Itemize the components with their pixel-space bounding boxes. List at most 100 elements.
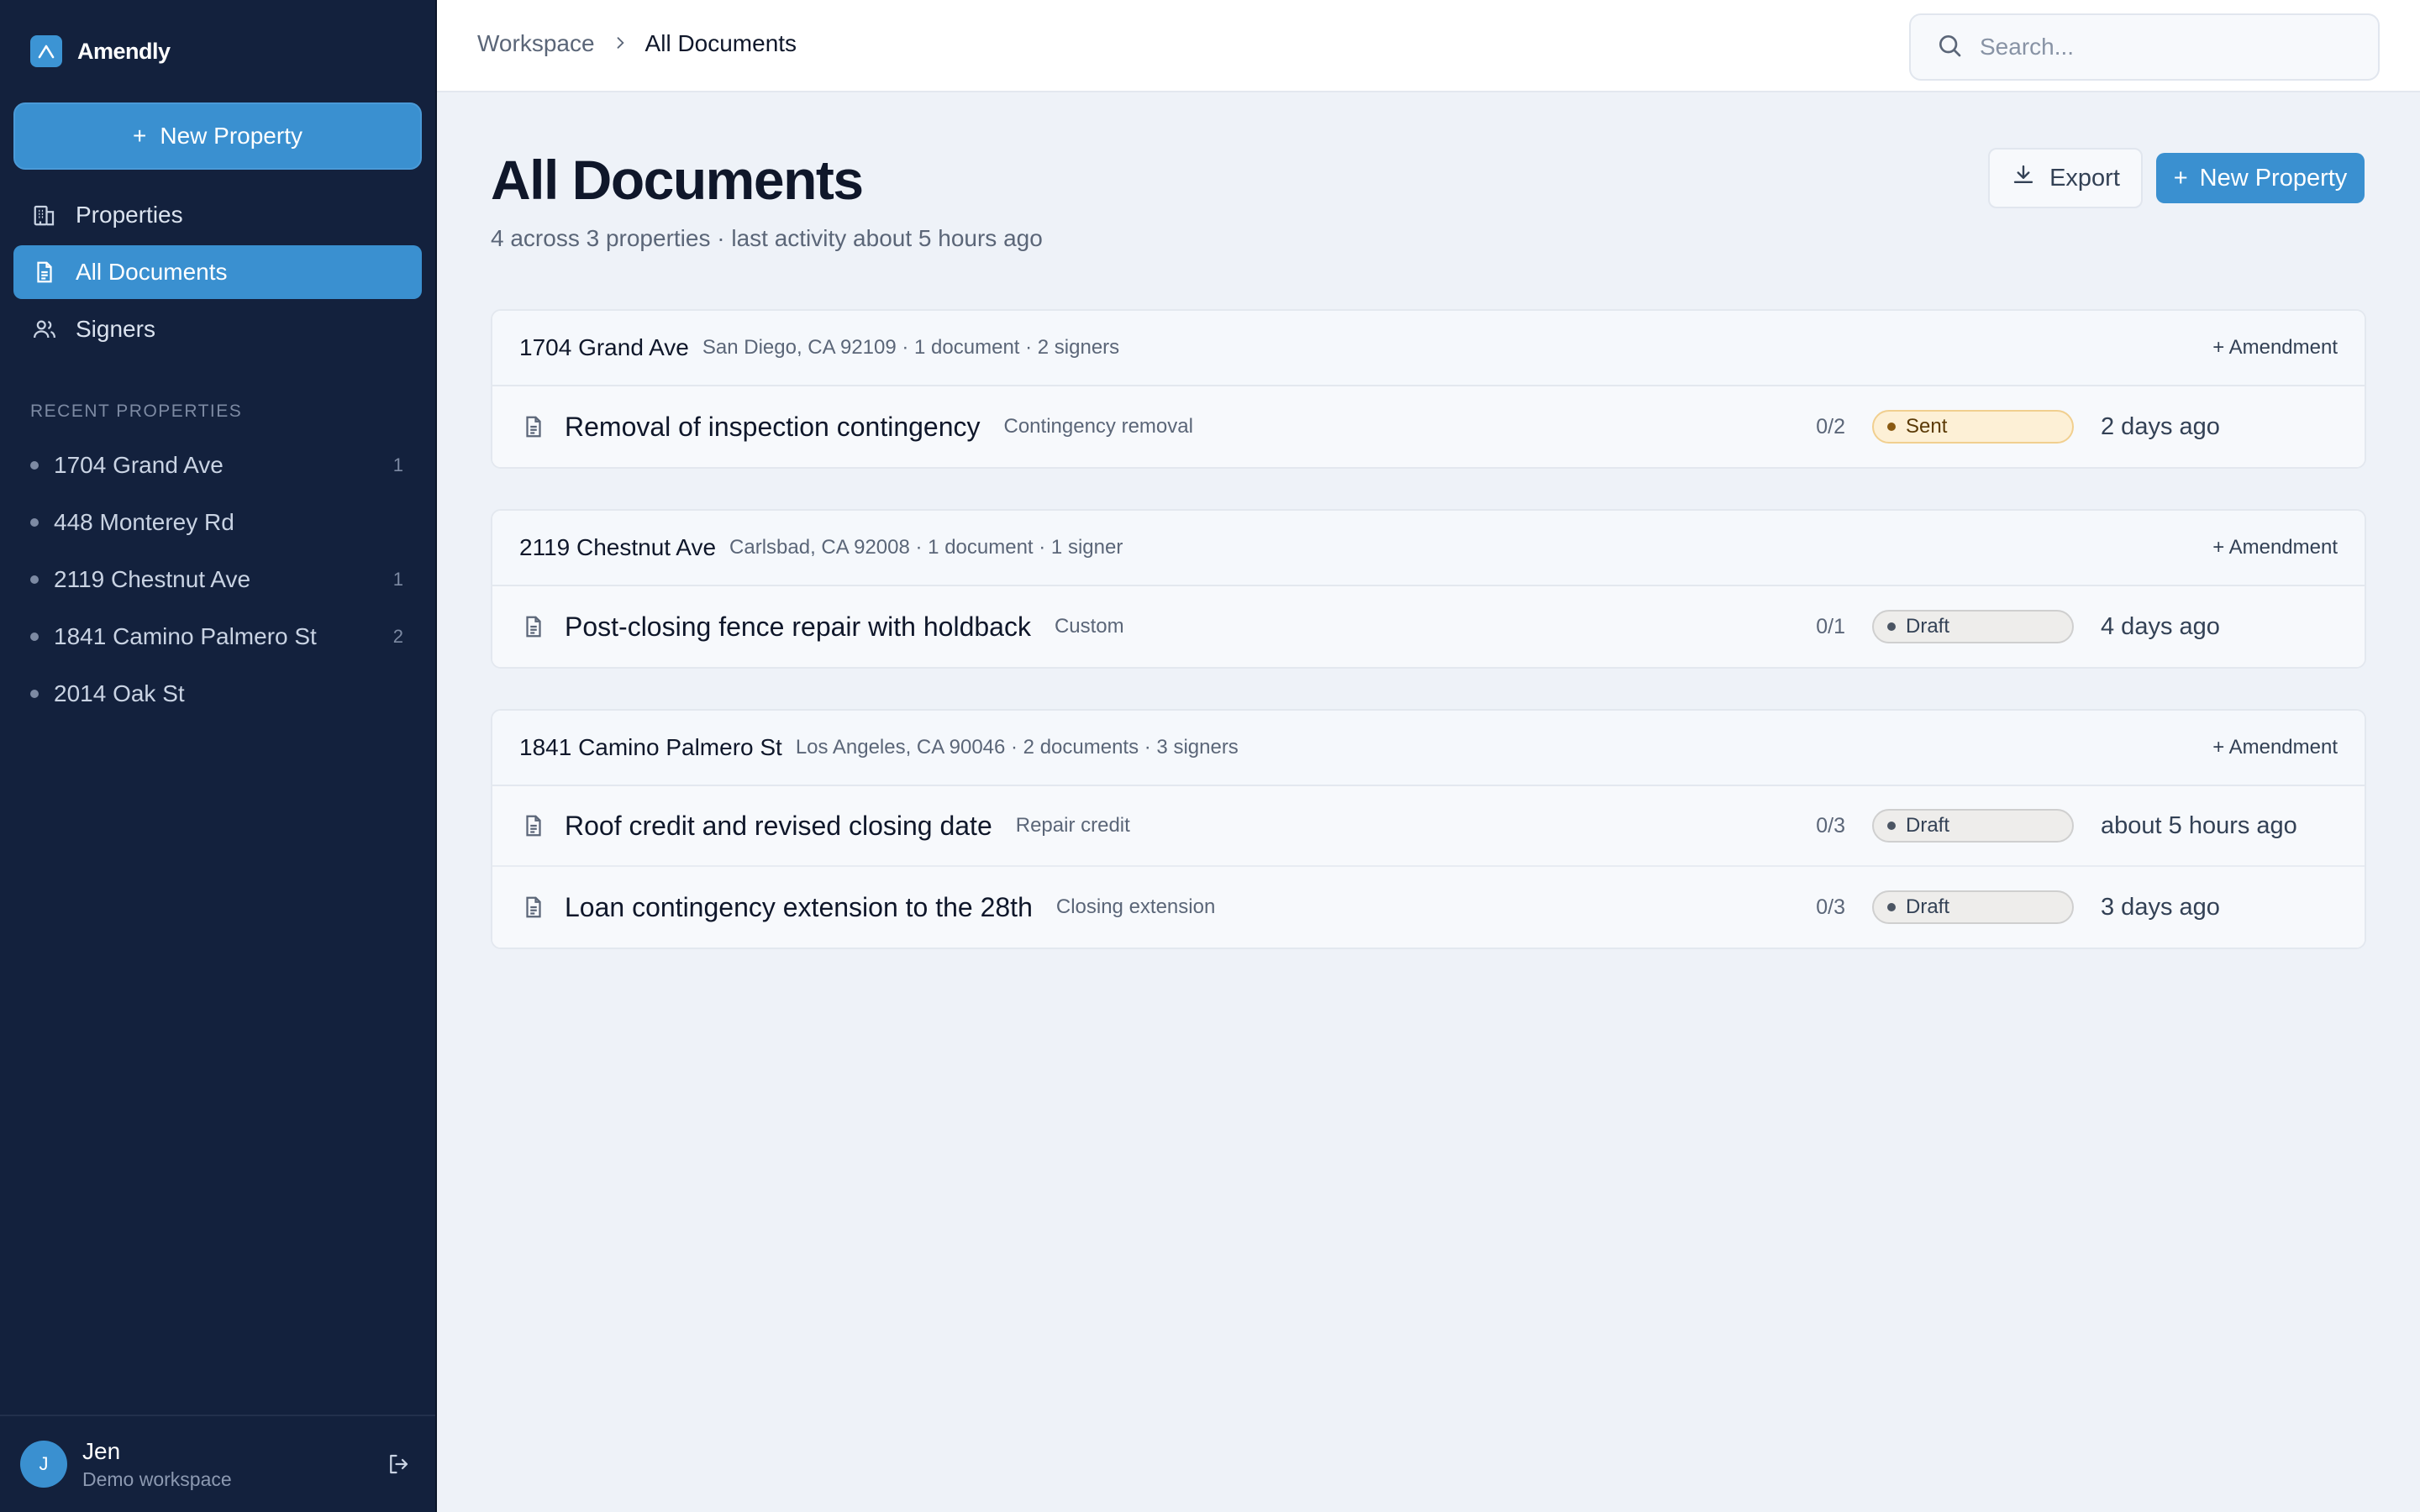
export-label: Export [2049,164,2120,192]
recent-property-item[interactable]: 1841 Camino Palmero St 2 [30,608,407,665]
user-panel: J Jen Demo workspace [0,1415,435,1512]
document-time: 3 days ago [2101,893,2220,921]
recent-property-name: 2119 Chestnut Ave [54,566,251,592]
breadcrumb-workspace[interactable]: Workspace [477,30,595,57]
sidebar-item-label: Signers [76,316,155,342]
property-name[interactable]: 2119 Chestnut Ave [519,534,716,561]
document-icon [30,258,59,286]
search-box[interactable] [1909,13,2380,81]
sidebar-nav: Properties All Documents Signers [13,188,422,360]
download-icon [2011,162,2036,194]
property-group-header: 2119 Chestnut Ave Carlsbad, CA 92008 · 1… [492,511,2365,586]
property-name[interactable]: 1841 Camino Palmero St [519,734,782,761]
status-badge: Sent [1872,410,2074,444]
brand[interactable]: Amendly [30,35,171,67]
plus-icon: + [133,123,147,149]
property-meta: Carlsbad, CA 92008 · 1 document · 1 sign… [729,536,1123,559]
property-group: 1841 Camino Palmero St Los Angeles, CA 9… [491,709,2366,949]
property-meta: Los Angeles, CA 90046 · 2 documents · 3 … [795,736,1239,759]
document-title: Roof credit and revised closing date [565,810,992,841]
user-workspace: Demo workspace [82,1467,232,1490]
status-dot [1887,822,1896,830]
recent-property-count: 1 [392,569,403,590]
document-type: Closing extension [1055,895,1216,918]
recent-property-name: 2014 Oak St [54,680,185,706]
status-dot [1887,622,1896,631]
new-property-button[interactable]: + New Property [2156,153,2365,203]
document-time: about 5 hours ago [2101,811,2297,839]
document-title: Loan contingency extension to the 28th [565,891,1033,922]
document-title: Removal of inspection contingency [565,411,981,442]
property-group-header: 1704 Grand Ave San Diego, CA 92109 · 1 d… [492,311,2365,386]
document-icon [519,612,548,641]
status-label: Sent [1906,415,1948,438]
status-badge: Draft [1872,809,2074,843]
document-row[interactable]: Roof credit and revised closing date Rep… [492,786,2365,867]
status-dot [1887,903,1896,911]
sidebar-item-all-documents[interactable]: All Documents [13,245,422,299]
sidebar-new-property-button[interactable]: + New Property [13,102,422,170]
recent-property-name: 1704 Grand Ave [54,452,224,478]
avatar[interactable]: J [20,1441,67,1488]
users-icon [30,315,59,344]
recent-property-item[interactable]: 2014 Oak St [30,665,407,722]
property-name[interactable]: 1704 Grand Ave [519,334,689,361]
search-input[interactable] [1980,34,2349,60]
sidebar-new-property-label: New Property [160,123,302,149]
signed-count: 0/2 [1816,414,1845,438]
sidebar-item-properties[interactable]: Properties [13,188,422,242]
new-property-label: New Property [2199,164,2348,192]
document-icon [519,893,548,921]
top-bar: Workspace All Documents [437,0,2420,92]
document-row[interactable]: Removal of inspection contingency Contin… [492,386,2365,467]
document-icon [519,811,548,840]
signed-count: 0/3 [1816,813,1845,837]
document-row[interactable]: Loan contingency extension to the 28th C… [492,867,2365,948]
status-badge: Draft [1872,890,2074,924]
sidebar-item-signers[interactable]: Signers [13,302,422,356]
property-group: 1704 Grand Ave San Diego, CA 92109 · 1 d… [491,309,2366,469]
add-amendment-button[interactable]: + Amendment [2212,736,2338,759]
breadcrumb: Workspace All Documents [477,30,797,57]
app-logo-icon [30,35,62,67]
add-amendment-button[interactable]: + Amendment [2212,536,2338,559]
user-info: Jen Demo workspace [82,1438,381,1491]
bullet-dot [30,461,39,470]
document-title: Post-closing fence repair with holdback [565,611,1031,642]
recent-property-item[interactable]: 2119 Chestnut Ave 1 [30,551,407,608]
status-label: Draft [1906,814,1950,837]
bullet-dot [30,518,39,527]
building-icon [30,201,59,229]
recent-property-count: 1 [392,454,403,475]
logout-icon[interactable] [381,1447,415,1481]
chevron-right-icon [612,30,629,57]
app-name: Amendly [77,38,171,64]
document-type: Custom [1054,615,1124,638]
status-label: Draft [1906,615,1950,638]
bullet-dot [30,690,39,698]
signed-count: 0/1 [1816,614,1845,638]
recent-property-item[interactable]: 448 Monterey Rd [30,494,407,551]
property-group: 2119 Chestnut Ave Carlsbad, CA 92008 · 1… [491,509,2366,669]
recent-properties-list: 1704 Grand Ave 1 448 Monterey Rd 2119 Ch… [30,437,407,722]
document-row[interactable]: Post-closing fence repair with holdback … [492,586,2365,667]
plus-icon: + [2173,164,2188,192]
document-icon [519,412,548,441]
export-button[interactable]: Export [1988,148,2143,208]
breadcrumb-current: All Documents [644,30,797,56]
recent-property-name: 1841 Camino Palmero St [54,623,317,649]
add-amendment-button[interactable]: + Amendment [2212,336,2338,360]
bullet-dot [30,633,39,641]
recent-property-count: 2 [392,626,403,647]
user-name: Jen [82,1437,121,1464]
document-type: Repair credit [1015,814,1130,837]
sidebar: Amendly + New Property Properties All Do… [0,0,437,1512]
status-dot [1887,423,1896,431]
document-time: 2 days ago [2101,412,2220,440]
document-type: Contingency removal [1003,415,1193,438]
document-time: 4 days ago [2101,612,2220,640]
signed-count: 0/3 [1816,895,1845,919]
recent-property-item[interactable]: 1704 Grand Ave 1 [30,437,407,494]
sidebar-item-label: Properties [76,202,183,228]
bullet-dot [30,575,39,584]
